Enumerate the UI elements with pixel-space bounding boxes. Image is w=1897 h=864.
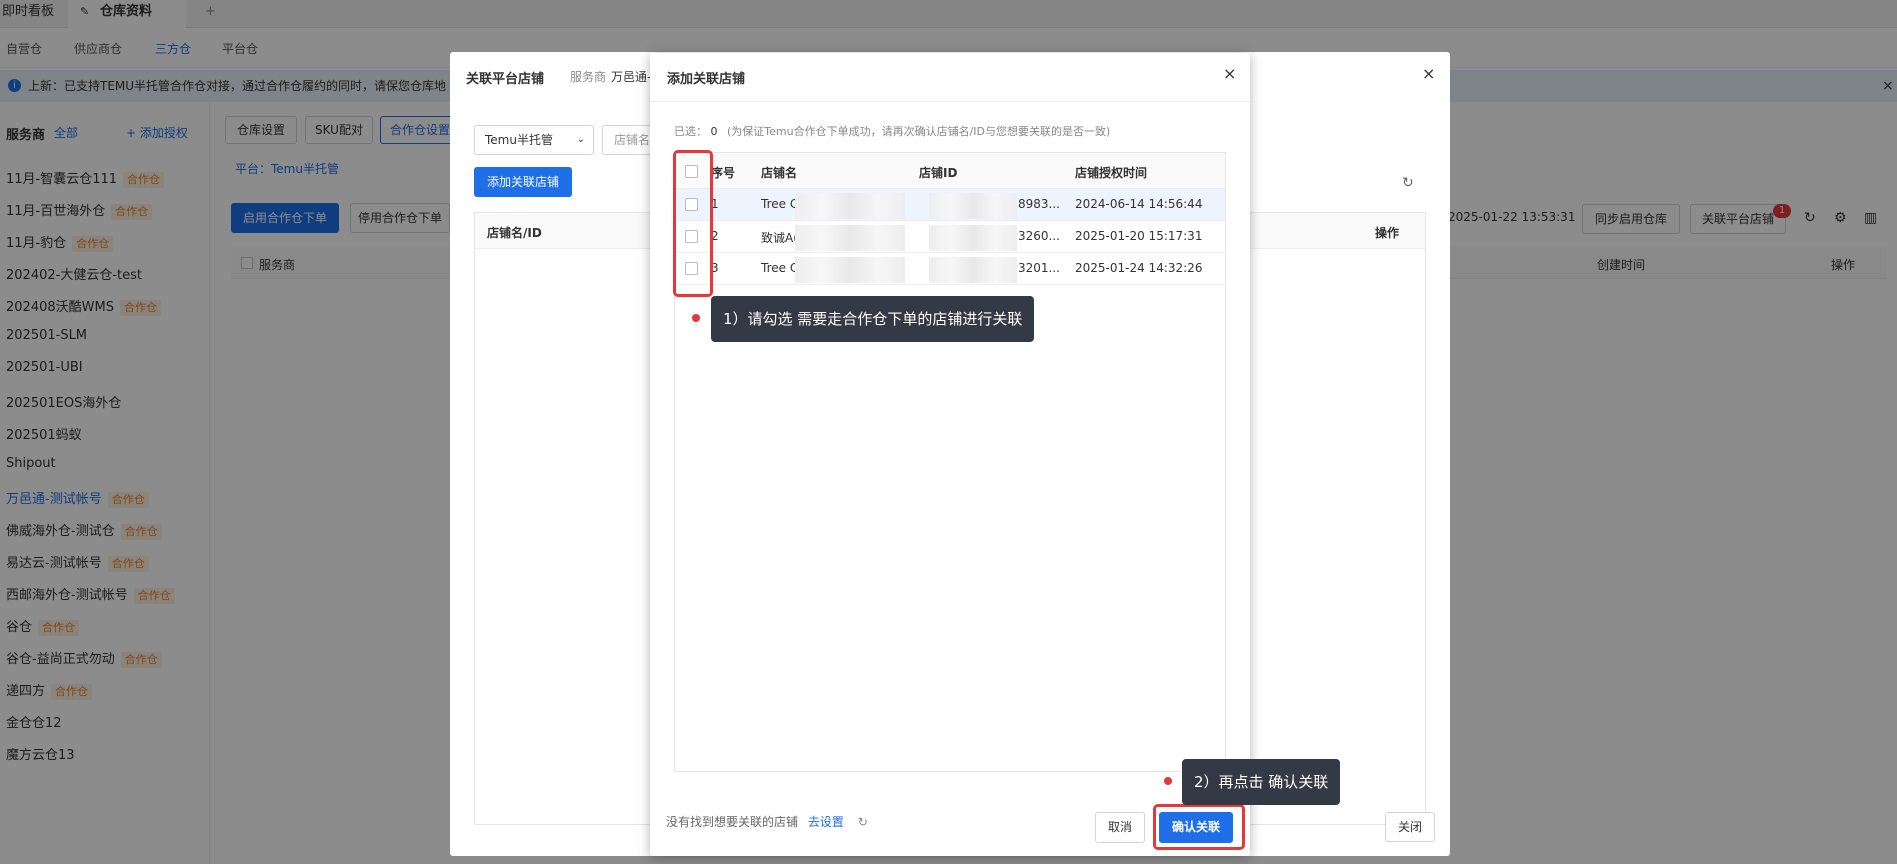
modal1-close-button[interactable]: 关闭: [1385, 812, 1435, 842]
col-index: 序号: [711, 166, 736, 180]
selected-summary: 已选： 0 (为保证Temu合作仓下单成功，请再次确认店铺名/ID与您想要关联的…: [674, 123, 1110, 139]
step1-marker: [692, 314, 700, 322]
row-auth-time: 2025-01-24 14:32:26: [1075, 261, 1203, 275]
shop-table: 序号 店铺名 店铺ID 店铺授权时间 1 Tree C 8983... 2024-06…: [674, 152, 1226, 772]
modal1-close-icon[interactable]: ×: [1422, 64, 1435, 83]
modal2-close-icon[interactable]: ×: [1223, 64, 1236, 83]
confirm-highlight-box: [1153, 804, 1245, 850]
step1-tooltip: 1）请勾选 需要走合作仓下单的店铺进行关联: [711, 296, 1035, 342]
add-linked-shop-button[interactable]: 添加关联店铺: [474, 167, 572, 197]
row-auth-time: 2024-06-14 14:56:44: [1075, 197, 1203, 211]
row-shop-name: Tree C: [761, 197, 799, 211]
table-row[interactable]: 1 Tree C 8983... 2024-06-14 14:56:44: [675, 189, 1225, 221]
col-shop-name-id: 店铺名/ID: [487, 226, 542, 240]
row-shop-name: 致诚A(: [761, 231, 798, 245]
footer-hint-text: 没有找到想要关联的店铺: [666, 815, 799, 829]
redacted-name: [795, 257, 905, 283]
go-settings-link[interactable]: 去设置: [808, 815, 844, 829]
refresh-icon[interactable]: ↻: [858, 815, 868, 829]
shop-table-header: 序号 店铺名 店铺ID 店铺授权时间: [675, 153, 1225, 189]
selected-count: 0: [710, 125, 718, 138]
platform-select-value: Temu半托管: [485, 133, 553, 147]
add-linked-shop-modal: 添加关联店铺 × 已选： 0 (为保证Temu合作仓下单成功，请再次确认店铺名/…: [650, 53, 1250, 856]
chevron-down-icon: ⌄: [576, 134, 585, 145]
shop-filter-label: 店铺名: [613, 133, 650, 147]
selected-label: 已选：: [674, 125, 707, 138]
redacted-id: [929, 193, 1017, 219]
step2-tooltip: 2）再点击 确认关联: [1182, 759, 1341, 805]
modal1-provider-label: 服务商: [570, 70, 607, 84]
modal1-title: 关联平台店铺: [466, 72, 545, 87]
table-row[interactable]: 2 致诚A(3260... 2025-01-20 15:17:31: [675, 221, 1225, 253]
platform-select[interactable]: Temu半托管 ⌄: [474, 125, 594, 155]
redacted-name: [795, 225, 905, 251]
modal1-refresh-icon[interactable]: ↻: [1402, 175, 1414, 191]
row-shop-name: Tree C: [761, 261, 799, 275]
selected-hint: (为保证Temu合作仓下单成功，请再次确认店铺名/ID与您想要关联的是否一致): [727, 125, 1111, 138]
row-shop-id: 8983...: [1018, 197, 1060, 211]
row-shop-id: 3201...: [1018, 261, 1060, 275]
step2-marker: [1164, 777, 1172, 785]
checkbox-highlight-box: [673, 150, 713, 297]
footer-hint: 没有找到想要关联的店铺 去设置 ↻: [666, 813, 868, 830]
col-auth-time: 店铺授权时间: [1075, 166, 1148, 180]
modal1-provider-value: 万邑通-: [611, 70, 652, 84]
row-shop-id: 3260...: [1018, 229, 1060, 243]
modal2-divider: [650, 101, 1250, 102]
cancel-button[interactable]: 取消: [1095, 812, 1145, 843]
col-operation: 操作: [1375, 226, 1400, 240]
redacted-id: [929, 257, 1017, 283]
redacted-name: [795, 193, 905, 219]
modal2-title: 添加关联店铺: [667, 72, 746, 87]
table-row[interactable]: 3 Tree C 3201... 2025-01-24 14:32:26: [675, 253, 1225, 285]
col-shop-id: 店铺ID: [919, 166, 958, 180]
col-shop-name: 店铺名: [761, 166, 798, 180]
row-auth-time: 2025-01-20 15:17:31: [1075, 229, 1203, 243]
redacted-id: [929, 225, 1017, 251]
